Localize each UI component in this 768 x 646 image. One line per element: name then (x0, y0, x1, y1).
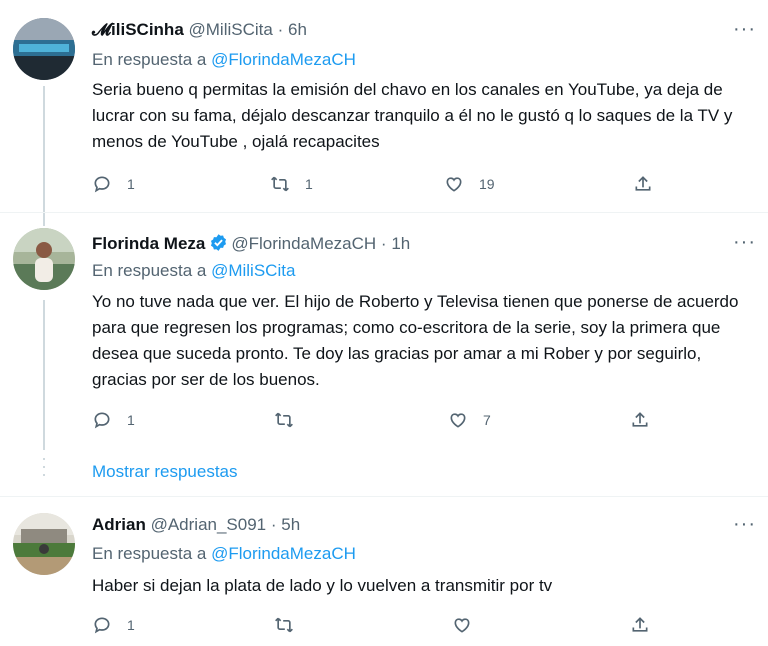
like-button[interactable]: 19 (444, 174, 495, 194)
tweet[interactable]: Florinda Meza @FlorindaMezaCH · 1h ··· En… (0, 213, 768, 453)
reply-to-link[interactable]: @FlorindaMezaCH (211, 50, 356, 69)
separator-dot: · (270, 515, 277, 534)
share-button[interactable] (630, 410, 650, 430)
timestamp[interactable]: 1h (391, 234, 410, 253)
reply-context: En respuesta a @MiliSCita (92, 261, 295, 281)
share-icon (635, 176, 651, 191)
more-options-icon[interactable]: ··· (733, 18, 756, 41)
retweet-button[interactable]: 1 (270, 174, 313, 194)
reply-count: 1 (127, 412, 135, 428)
retweet-icon (271, 176, 289, 192)
like-count: 7 (483, 412, 491, 428)
avatar[interactable] (13, 513, 75, 575)
action-bar: 1 (92, 615, 672, 639)
reply-count: 1 (127, 617, 135, 633)
like-icon (454, 618, 470, 633)
reply-count: 1 (127, 176, 135, 192)
tweet-text: Haber si dejan la plata de lado y lo vue… (92, 576, 553, 595)
author-handle[interactable]: @MiliSCita (189, 20, 273, 39)
reply-button[interactable]: 1 (92, 410, 135, 430)
reply-icon (94, 176, 110, 193)
share-button[interactable] (633, 174, 653, 194)
retweet-count: 1 (305, 176, 313, 192)
reply-icon (94, 412, 110, 429)
separator-dot: · (380, 234, 387, 253)
author-handle[interactable]: @FlorindaMezaCH (231, 234, 376, 253)
retweet-button[interactable] (274, 615, 309, 635)
author-name[interactable]: 𝓜iliSCinha (92, 20, 184, 39)
avatar[interactable] (13, 228, 75, 290)
author-name[interactable]: Florinda Meza (92, 234, 205, 253)
retweet-icon (275, 617, 293, 633)
timestamp[interactable]: 5h (281, 515, 300, 534)
thread-dotted-line (43, 458, 45, 482)
author-handle[interactable]: @Adrian_S091 (151, 515, 267, 534)
verified-badge-icon (211, 234, 227, 251)
tweet[interactable]: Adrian @Adrian_S091 · 5h ··· En respuest… (0, 497, 768, 646)
retweet-icon (275, 412, 293, 428)
more-options-icon[interactable]: ··· (733, 231, 756, 254)
like-button[interactable]: 7 (448, 410, 491, 430)
reply-prefix: En respuesta a (92, 50, 212, 69)
like-button[interactable] (452, 615, 487, 635)
like-count: 19 (479, 176, 495, 192)
reply-to-link[interactable]: @FlorindaMezaCH (211, 544, 356, 563)
separator-dot: · (277, 20, 284, 39)
like-icon (450, 413, 466, 428)
action-bar: 1 1 19 (92, 174, 672, 198)
more-options-icon[interactable]: ··· (733, 513, 756, 536)
timestamp[interactable]: 6h (288, 20, 307, 39)
reply-button[interactable]: 1 (92, 174, 135, 194)
reply-to-link[interactable]: @MiliSCita (211, 261, 295, 280)
show-replies-link[interactable]: Mostrar respuestas (92, 462, 238, 482)
reply-prefix: En respuesta a (92, 544, 212, 563)
tweet-header: Adrian @Adrian_S091 · 5h (92, 515, 300, 535)
like-icon (446, 177, 462, 192)
reply-prefix: En respuesta a (92, 261, 212, 280)
action-bar: 1 7 (92, 410, 672, 434)
reply-icon (94, 617, 110, 634)
reply-button[interactable]: 1 (92, 615, 135, 635)
author-name[interactable]: Adrian (92, 515, 146, 534)
tweet-header: Florinda Meza @FlorindaMezaCH · 1h (92, 233, 410, 254)
share-icon (632, 617, 648, 632)
tweet[interactable]: 𝓜iliSCinha @MiliSCita · 6h ··· En respue… (0, 0, 768, 210)
share-icon (632, 412, 648, 427)
reply-context: En respuesta a @FlorindaMezaCH (92, 544, 356, 564)
tweet-header: 𝓜iliSCinha @MiliSCita · 6h (92, 20, 307, 40)
tweet-text: Seria bueno q permitas la emisión del ch… (92, 80, 733, 151)
retweet-button[interactable] (274, 410, 309, 430)
reply-context: En respuesta a @FlorindaMezaCH (92, 50, 356, 70)
share-button[interactable] (630, 615, 650, 635)
tweet-text: Yo no tuve nada que ver. El hijo de Robe… (92, 292, 739, 389)
avatar[interactable] (13, 18, 75, 80)
